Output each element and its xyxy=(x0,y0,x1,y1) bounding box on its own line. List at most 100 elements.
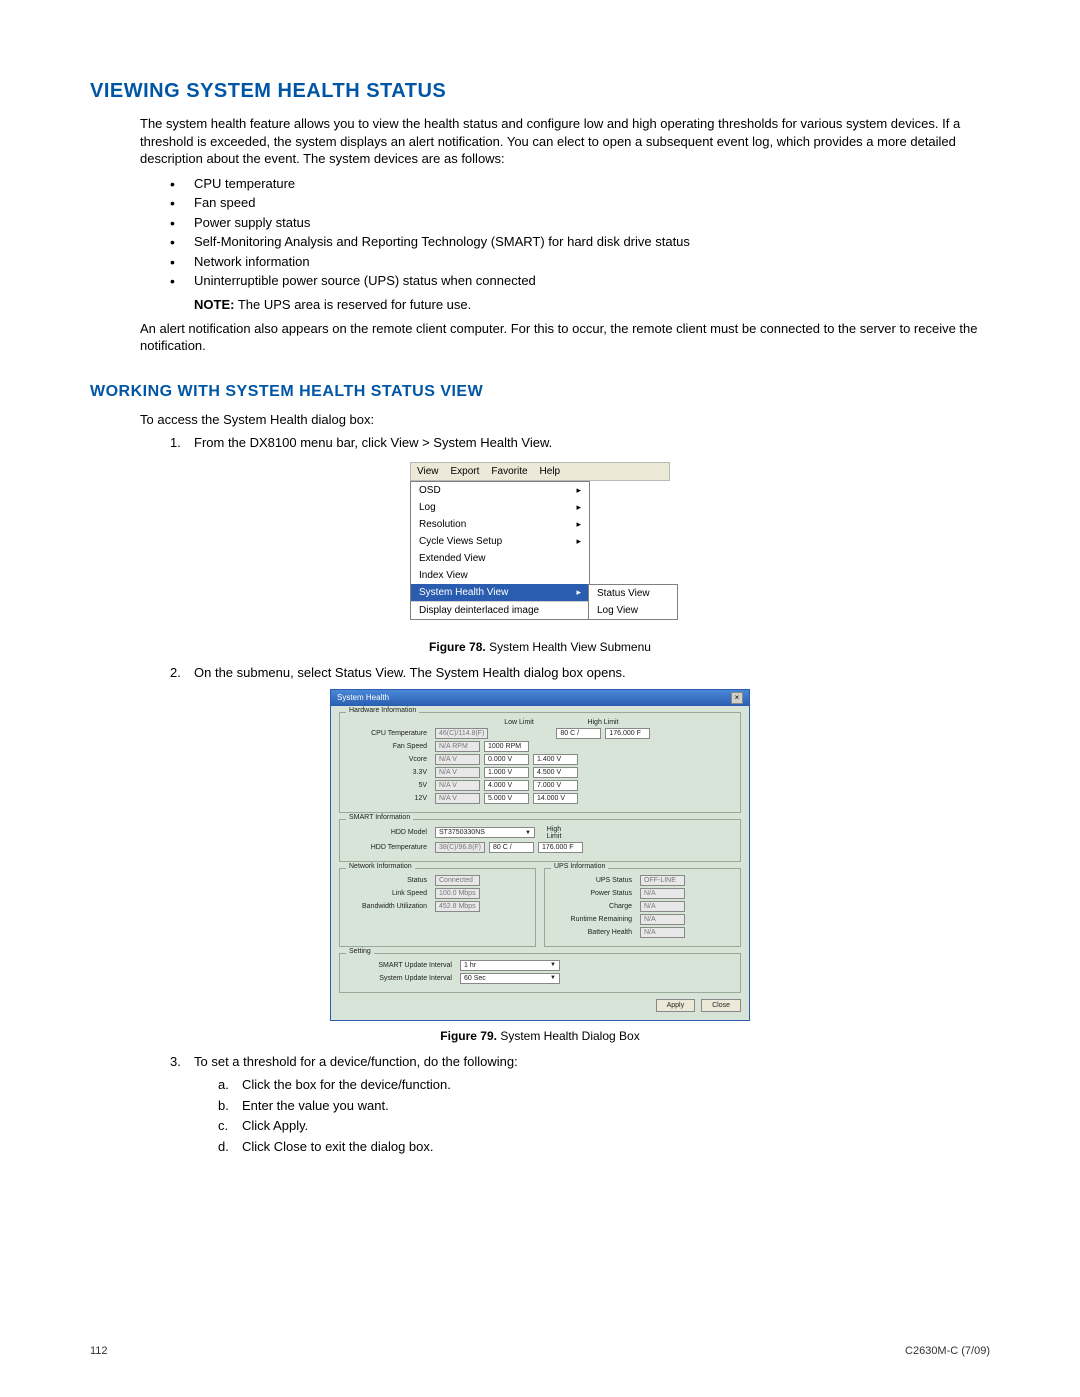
net-link-label: Link Speed xyxy=(346,890,431,897)
smart-info-group: SMART Information HDD Model ST3750330NS▼… xyxy=(339,819,741,862)
fan-low-input[interactable]: 1000 RPM xyxy=(484,741,529,752)
cpu-high-f-input[interactable]: 176.000 F xyxy=(605,728,650,739)
bullet-item: Uninterruptible power source (UPS) statu… xyxy=(170,271,990,291)
menu-item-index-view[interactable]: Index View xyxy=(411,567,589,584)
dialog-title: System Health xyxy=(337,693,389,702)
submenu-log-view[interactable]: Log View xyxy=(589,602,677,619)
submenu-arrow-icon: ▸ xyxy=(576,536,581,547)
steps-list-3: 3. To set a threshold for a device/funct… xyxy=(170,1053,990,1158)
bullet-item: Power supply status xyxy=(170,213,990,233)
network-info-group: Network Information StatusConnected Link… xyxy=(339,868,536,947)
menu-item-cycle-views[interactable]: Cycle Views Setup▸ xyxy=(411,533,589,550)
cpu-temp-label: CPU Temperature xyxy=(346,730,431,737)
submenu-arrow-icon: ▸ xyxy=(576,502,581,513)
network-legend: Network Information xyxy=(346,863,415,870)
ups-status-label: UPS Status xyxy=(551,877,636,884)
menu-item-deinterlaced[interactable]: Display deinterlaced image xyxy=(411,601,589,619)
figure-78-menu: View Export Favorite Help OSD▸ Log▸ Reso… xyxy=(410,462,670,632)
low-limit-header: Low Limit xyxy=(489,719,549,726)
system-interval-select[interactable]: 60 Sec▼ xyxy=(460,973,560,984)
ups-charge-label: Charge xyxy=(551,903,636,910)
menu-item-log[interactable]: Log▸ xyxy=(411,499,589,516)
system-interval-label: System Update Interval xyxy=(346,975,456,982)
step-2: 2. On the submenu, select Status View. T… xyxy=(170,664,990,682)
bullet-item: Network information xyxy=(170,252,990,272)
note-text: The UPS area is reserved for future use. xyxy=(238,297,471,312)
doc-id: C2630M-C (7/09) xyxy=(905,1345,990,1357)
v12-high-input[interactable]: 14.000 V xyxy=(533,793,578,804)
hdd-high-c-input[interactable]: 80 C / xyxy=(489,842,534,853)
apply-button[interactable]: Apply xyxy=(656,999,696,1012)
device-bullet-list: CPU temperature Fan speed Power supply s… xyxy=(170,174,990,291)
hdd-model-label: HDD Model xyxy=(346,829,431,836)
smart-interval-label: SMART Update Interval xyxy=(346,962,456,969)
net-status-label: Status xyxy=(346,877,431,884)
hdd-high-f-input[interactable]: 176.000 F xyxy=(538,842,583,853)
v33-cur: N/A V xyxy=(435,767,480,778)
hdd-temp-value: 38(C)/96.8(F) xyxy=(435,842,485,853)
step-text: To set a threshold for a device/function… xyxy=(194,1054,518,1069)
v33-high-input[interactable]: 4.500 V xyxy=(533,767,578,778)
high-limit-header-2: High Limit xyxy=(539,826,569,840)
hdd-model-select[interactable]: ST3750330NS▼ xyxy=(435,827,535,838)
step-1: 1. From the DX8100 menu bar, click View … xyxy=(170,434,990,452)
v12-label: 12V xyxy=(346,795,431,802)
menu-item-extended-view[interactable]: Extended View xyxy=(411,550,589,567)
page-number: 112 xyxy=(90,1345,108,1357)
system-health-submenu: Status View Log View xyxy=(588,584,678,620)
v5-label: 5V xyxy=(346,782,431,789)
substep-c: c.Click Apply. xyxy=(218,1116,990,1137)
figure-79-dialog: System Health × Hardware Information Low… xyxy=(330,689,750,1021)
step-number: 1. xyxy=(170,434,181,452)
v33-low-input[interactable]: 1.000 V xyxy=(484,767,529,778)
cpu-high-c-input[interactable]: 80 C / xyxy=(556,728,601,739)
chevron-down-icon: ▼ xyxy=(525,830,531,836)
page-footer: 112 C2630M-C (7/09) xyxy=(90,1345,990,1357)
cpu-temp-value: 46(C)/114.8(F) xyxy=(435,728,488,739)
smart-interval-select[interactable]: 1 hr▼ xyxy=(460,960,560,971)
step-text: From the DX8100 menu bar, click View > S… xyxy=(194,435,552,450)
v12-cur: N/A V xyxy=(435,793,480,804)
vcore-high-input[interactable]: 1.400 V xyxy=(533,754,578,765)
close-icon[interactable]: × xyxy=(731,692,743,704)
figure-78-label: Figure 78. xyxy=(429,640,486,654)
fan-cur: N/A RPM xyxy=(435,741,480,752)
submenu-arrow-icon: ▸ xyxy=(576,519,581,530)
hardware-info-group: Hardware Information Low Limit High Limi… xyxy=(339,712,741,813)
ups-runtime-value: N/A xyxy=(640,914,685,925)
section-heading: WORKING WITH SYSTEM HEALTH STATUS VIEW xyxy=(90,383,990,401)
ups-power-label: Power Status xyxy=(551,890,636,897)
v33-label: 3.3V xyxy=(346,769,431,776)
hdd-temp-label: HDD Temperature xyxy=(346,844,431,851)
menu-item-resolution[interactable]: Resolution▸ xyxy=(411,516,589,533)
submenu-arrow-icon: ▸ xyxy=(576,485,581,496)
hardware-legend: Hardware Information xyxy=(346,707,419,714)
figure-79-text: System Health Dialog Box xyxy=(500,1029,639,1043)
menu-view[interactable]: View xyxy=(417,466,439,477)
menu-help[interactable]: Help xyxy=(540,466,561,477)
menu-item-system-health-view[interactable]: System Health View▸ xyxy=(411,584,589,601)
menu-export[interactable]: Export xyxy=(451,466,480,477)
bullet-item: Self-Monitoring Analysis and Reporting T… xyxy=(170,232,990,252)
ups-batt-label: Battery Health xyxy=(551,929,636,936)
submenu-status-view[interactable]: Status View xyxy=(589,585,677,602)
dialog-titlebar: System Health × xyxy=(331,690,749,706)
ups-power-value: N/A xyxy=(640,888,685,899)
vcore-low-input[interactable]: 0.000 V xyxy=(484,754,529,765)
v12-low-input[interactable]: 5.000 V xyxy=(484,793,529,804)
view-menu-panel: OSD▸ Log▸ Resolution▸ Cycle Views Setup▸… xyxy=(410,481,590,620)
access-line: To access the System Health dialog box: xyxy=(140,411,990,429)
vcore-cur: N/A V xyxy=(435,754,480,765)
v5-low-input[interactable]: 4.000 V xyxy=(484,780,529,791)
submenu-arrow-icon: ▸ xyxy=(576,587,581,598)
net-bw-value: 452.8 Mbps xyxy=(435,901,480,912)
menu-favorite[interactable]: Favorite xyxy=(491,466,527,477)
figure-78-text: System Health View Submenu xyxy=(489,640,651,654)
chevron-down-icon: ▼ xyxy=(550,975,556,981)
figure-79-caption: Figure 79. System Health Dialog Box xyxy=(90,1029,990,1043)
net-link-value: 100.0 Mbps xyxy=(435,888,480,899)
menu-item-osd[interactable]: OSD▸ xyxy=(411,482,589,499)
close-button[interactable]: Close xyxy=(701,999,741,1012)
v5-high-input[interactable]: 7.000 V xyxy=(533,780,578,791)
fan-speed-label: Fan Speed xyxy=(346,743,431,750)
